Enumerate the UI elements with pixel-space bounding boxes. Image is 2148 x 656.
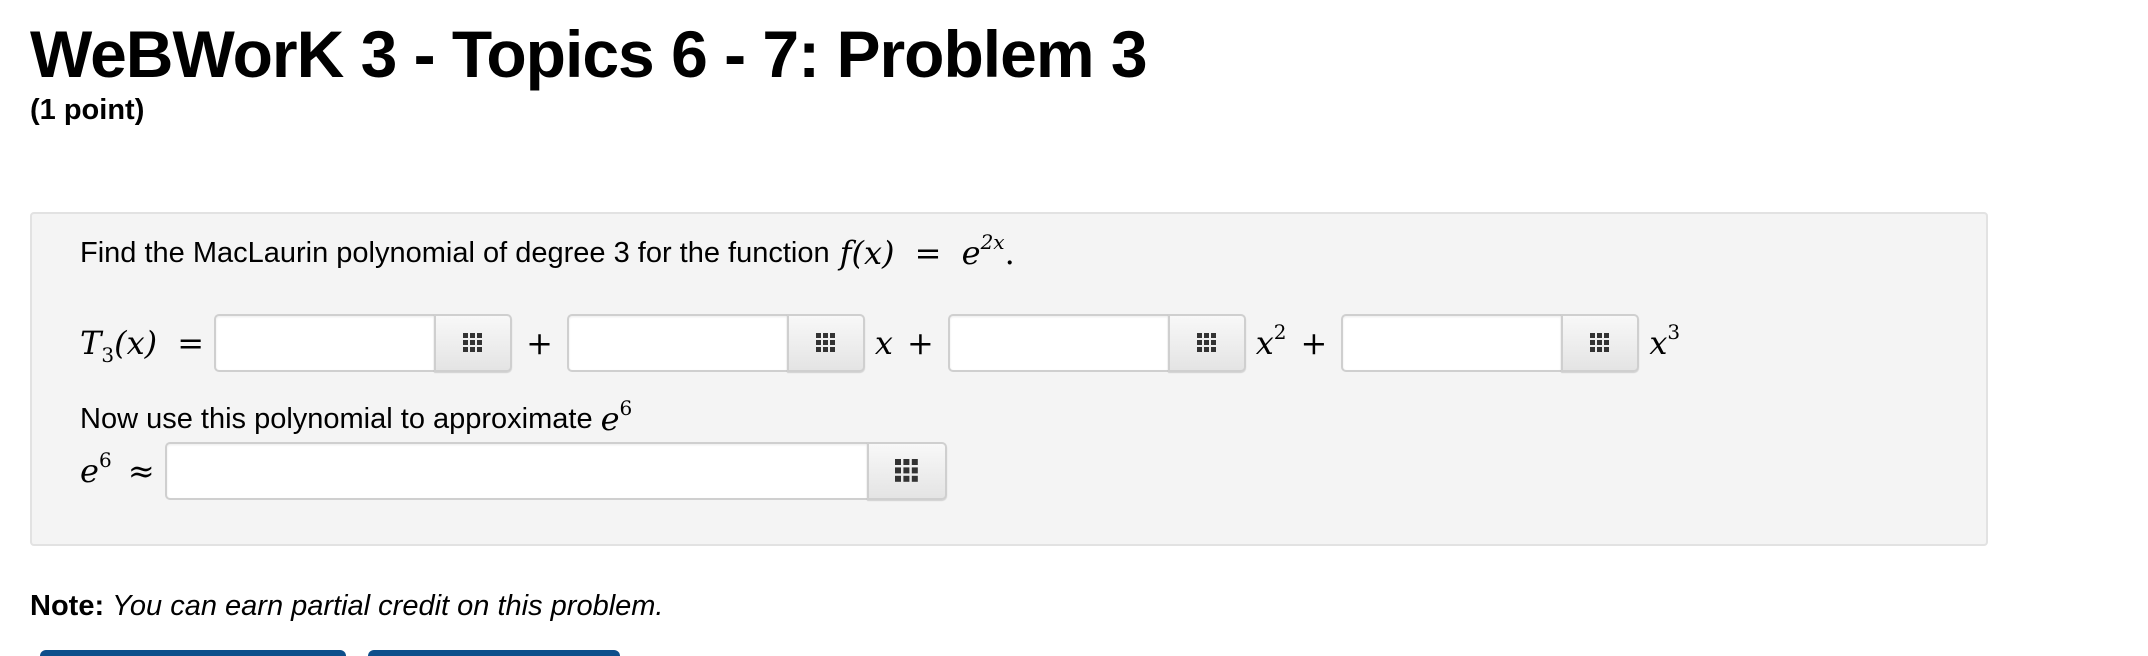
grid-icon	[1590, 333, 1610, 352]
note-text: You can earn partial credit on this prob…	[112, 590, 664, 622]
term-x3-base: x	[1649, 324, 1668, 362]
plus-sign: +	[1300, 324, 1328, 362]
function-base: e	[961, 234, 981, 272]
function-lhs: f(x)	[839, 234, 895, 272]
polynomial-lhs: T3(x) =	[80, 324, 205, 367]
approx-exponent: 6	[619, 396, 633, 420]
approx-lhs: e6 ≈	[80, 448, 155, 490]
period: .	[1004, 234, 1015, 272]
note-label: Note:	[30, 590, 105, 622]
term-x2: x2	[1255, 320, 1287, 362]
answer-input-approximation[interactable]	[164, 442, 867, 500]
answer-group-1	[214, 314, 513, 372]
answer-input-x-coefficient[interactable]	[566, 314, 787, 372]
answer-group-3	[947, 314, 1246, 372]
polynomial-arg: (x)	[114, 324, 158, 362]
partial-credit-note: Note: You can earn partial credit on thi…	[30, 590, 663, 623]
equation-editor-button[interactable]	[866, 442, 947, 500]
approx-answer-group	[164, 442, 947, 500]
grid-icon	[815, 333, 835, 352]
submit-button-partial[interactable]	[40, 650, 346, 656]
points-label: (1 point)	[30, 94, 145, 126]
answer-group-4	[1341, 314, 1640, 372]
equation-editor-button[interactable]	[786, 314, 865, 372]
problem-box: Find the MacLaurin polynomial of degree …	[30, 212, 1988, 546]
webwork-page: WeBWorK 3 - Topics 6 - 7: Problem 3 (1 p…	[0, 0, 2148, 656]
approx-target: e6	[600, 396, 633, 438]
term-x: x	[874, 324, 893, 362]
polynomial-label: T	[80, 324, 102, 362]
equation-editor-button[interactable]	[1561, 314, 1640, 372]
answer-input-constant[interactable]	[214, 314, 435, 372]
plus-sign: +	[906, 324, 934, 362]
approx-exponent: 6	[98, 448, 112, 472]
approx-base: e	[80, 452, 99, 490]
function-expression: f(x) = e2x.	[839, 230, 1015, 272]
answer-group-2	[566, 314, 865, 372]
polynomial-row: T3(x) = + x + x2 + x3	[80, 314, 1680, 372]
answer-input-x3-coefficient[interactable]	[1341, 314, 1562, 372]
page-title: WeBWorK 3 - Topics 6 - 7: Problem 3	[30, 17, 1148, 91]
approx-row: e6 ≈	[80, 442, 947, 500]
term-x3-exponent: 3	[1667, 320, 1681, 344]
approx-base: e	[600, 400, 620, 438]
function-exponent: 2x	[980, 230, 1005, 254]
term-x2-exponent: 2	[1273, 320, 1287, 344]
problem-statement: Find the MacLaurin polynomial of degree …	[80, 230, 1015, 272]
preview-button-partial[interactable]	[368, 650, 620, 656]
approx-statement: Now use this polynomial to approximate e…	[80, 396, 633, 438]
equation-editor-button[interactable]	[434, 314, 513, 372]
equals-sign: =	[914, 234, 942, 272]
approx-symbol: ≈	[127, 452, 155, 490]
equation-editor-button[interactable]	[1167, 314, 1246, 372]
term-x3: x3	[1649, 320, 1680, 362]
grid-icon	[463, 333, 483, 352]
polynomial-subscript: 3	[101, 343, 115, 367]
grid-icon	[894, 459, 918, 482]
plus-sign: +	[526, 324, 553, 362]
approx-prompt: Now use this polynomial to approximate	[80, 402, 593, 435]
grid-icon	[1196, 333, 1216, 352]
answer-input-x2-coefficient[interactable]	[947, 314, 1168, 372]
term-x2-base: x	[1255, 324, 1274, 362]
prompt-text: Find the MacLaurin polynomial of degree …	[80, 236, 830, 269]
equals-sign: =	[177, 324, 205, 362]
